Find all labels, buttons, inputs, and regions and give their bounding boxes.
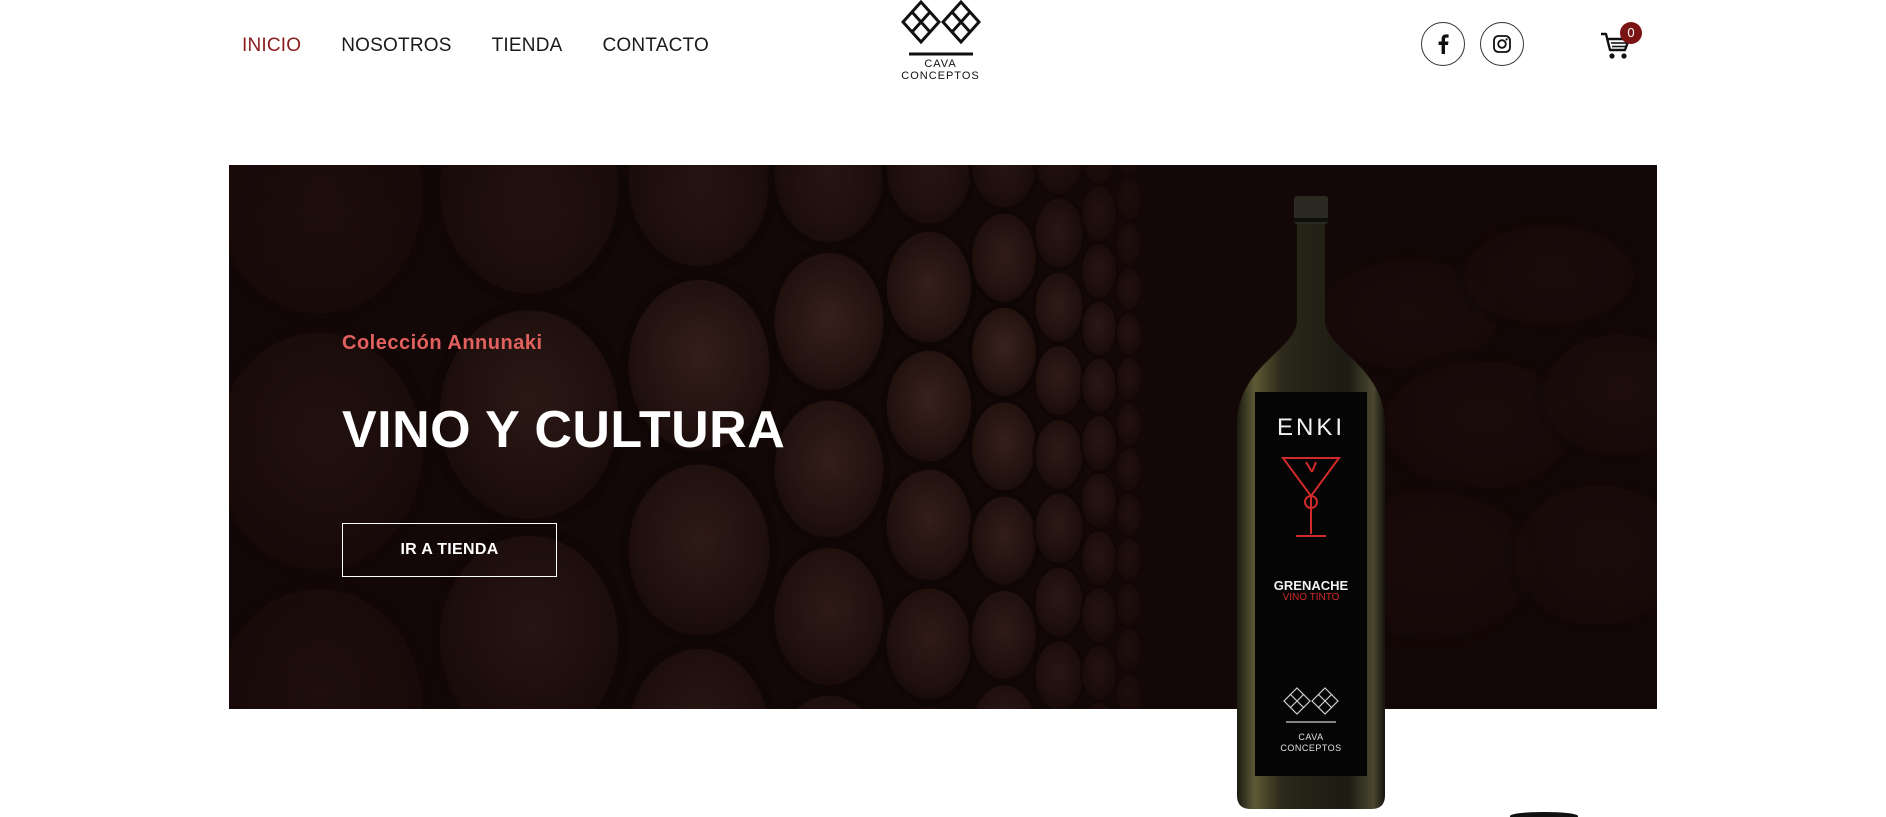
decorative-shape — [1510, 812, 1578, 817]
cart-button[interactable]: 0 — [1600, 22, 1650, 62]
bottle-label-brand-line1: CAVA — [1298, 732, 1324, 742]
logo-text-line2: CONCEPTOS — [901, 70, 980, 82]
facebook-button[interactable] — [1421, 22, 1465, 66]
facebook-icon — [1438, 34, 1449, 54]
instagram-icon — [1493, 35, 1511, 53]
bottle-label-brand-line2: CONCEPTOS — [1280, 743, 1342, 753]
logo-text-line1: CAVA — [924, 58, 957, 70]
nav-item-tienda[interactable]: TIENDA — [492, 34, 563, 58]
wine-bottle-image[interactable]: ENKI GRENACHE VINO TINTO CAVA CONCEPTOS — [1236, 196, 1386, 811]
go-to-shop-button[interactable]: IR A TIENDA — [342, 523, 557, 577]
main-nav: INICIO NOSOTROS TIENDA CONTACTO — [242, 34, 749, 58]
cart-count-badge: 0 — [1620, 22, 1642, 44]
page: INICIO NOSOTROS TIENDA CONTACTO CAVA CON… — [0, 0, 1886, 817]
bottle-label-grape: GRENACHE — [1273, 578, 1349, 593]
nav-item-inicio[interactable]: INICIO — [242, 34, 301, 58]
bottle-label-name: ENKI — [1276, 414, 1345, 441]
hero-title: VINO Y CULTURA — [342, 401, 786, 459]
instagram-button[interactable] — [1480, 22, 1524, 66]
site-logo[interactable]: CAVA CONCEPTOS — [893, 0, 988, 88]
nav-item-nosotros[interactable]: NOSOTROS — [341, 34, 451, 58]
hero-subtitle: Colección Annunaki — [342, 332, 543, 354]
logo-mark-icon — [900, 0, 981, 56]
hero-banner: Colección Annunaki VINO Y CULTURA IR A T… — [229, 165, 1657, 709]
nav-item-contacto[interactable]: CONTACTO — [602, 34, 708, 58]
bottle-label-type: VINO TINTO — [1282, 592, 1340, 603]
bottle-shape — [1237, 196, 1385, 809]
